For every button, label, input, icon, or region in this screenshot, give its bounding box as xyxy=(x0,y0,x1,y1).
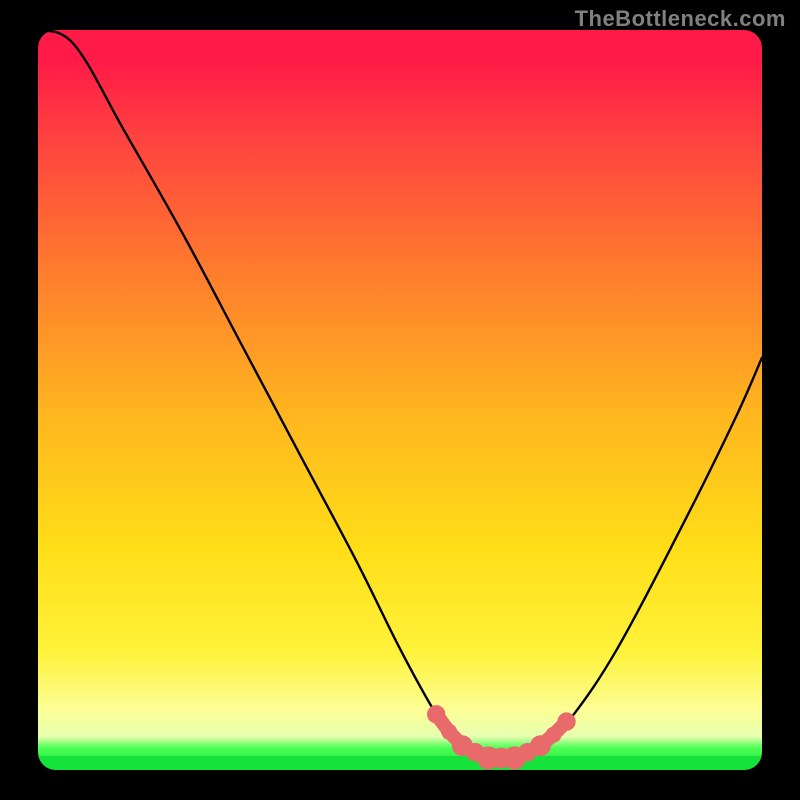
watermark-text: TheBottleneck.com xyxy=(575,6,786,32)
chart-stage: TheBottleneck.com xyxy=(0,0,800,800)
highlight-bead xyxy=(557,712,575,730)
gradient-panel xyxy=(38,30,762,770)
highlight-bead xyxy=(546,727,562,743)
bottleneck-curve xyxy=(38,30,762,760)
highlight-bead xyxy=(427,705,445,723)
highlight-bead xyxy=(441,724,457,740)
chart-overlay xyxy=(38,30,762,770)
baseline-strip xyxy=(38,756,762,770)
